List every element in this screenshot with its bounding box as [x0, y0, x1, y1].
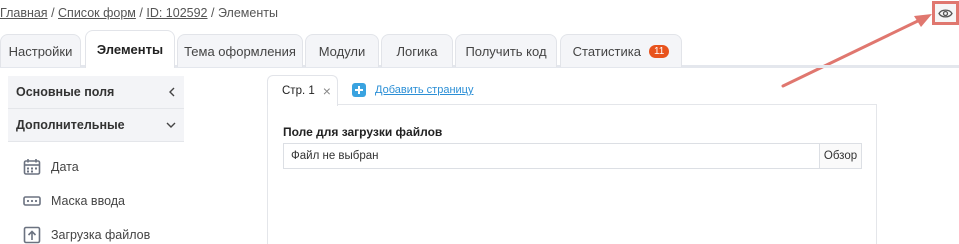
preview-button[interactable]: [932, 1, 959, 25]
chevron-left-icon: [169, 87, 175, 97]
sidebar-item-input-mask[interactable]: Маска ввода: [8, 184, 184, 218]
breadcrumb-separator: /: [51, 6, 55, 20]
statistics-badge: 11: [648, 44, 670, 58]
upload-icon: [23, 226, 41, 244]
add-page-button[interactable]: Добавить страницу: [352, 83, 473, 97]
section-additional[interactable]: Дополнительные: [8, 109, 184, 142]
file-upload-field[interactable]: Файл не выбран Обзор: [283, 143, 862, 169]
add-page-label: Добавить страницу: [375, 84, 474, 96]
tab-logic[interactable]: Логика: [381, 34, 453, 67]
breadcrumb-current: Элементы: [217, 6, 278, 20]
tab-elements[interactable]: Элементы: [85, 30, 175, 68]
page-tab-1[interactable]: Стр. 1 ×: [267, 75, 338, 106]
breadcrumb-id[interactable]: ID: 102592: [146, 6, 207, 20]
calendar-icon: [23, 158, 41, 176]
eye-icon: [938, 8, 953, 18]
sidebar-item-date[interactable]: Дата: [8, 150, 184, 184]
page-tabs: Стр. 1 × Добавить страницу: [267, 75, 877, 106]
input-mask-icon: [23, 192, 41, 210]
plus-icon: [352, 83, 366, 97]
close-icon[interactable]: ×: [323, 83, 331, 99]
tab-theme[interactable]: Тема оформления: [177, 34, 303, 67]
sidebar-item-label: Маска ввода: [51, 194, 125, 208]
file-status: Файл не выбран: [291, 150, 379, 162]
page-tab-label: Стр. 1: [282, 85, 315, 97]
breadcrumb: Главная / Список форм / ID: 102592 / Эле…: [0, 6, 278, 20]
sidebar-item-file-upload[interactable]: Загрузка файлов: [8, 218, 184, 244]
tab-settings[interactable]: Настройки: [0, 34, 81, 67]
tab-get-code[interactable]: Получить код: [455, 34, 557, 67]
breadcrumb-home[interactable]: Главная: [0, 6, 48, 20]
tab-statistics[interactable]: Статистика 11: [560, 34, 682, 67]
browse-button[interactable]: Обзор: [819, 144, 861, 168]
tab-modules[interactable]: Модули: [305, 34, 379, 67]
breadcrumb-forms[interactable]: Список форм: [58, 6, 136, 20]
sidebar-item-label: Дата: [51, 160, 79, 174]
elements-sidebar: Основные поля Дополнительные Дата Маска …: [8, 76, 184, 244]
breadcrumb-separator: /: [211, 6, 215, 20]
sidebar-item-label: Загрузка файлов: [51, 228, 151, 242]
form-canvas: Поле для загрузки файлов Файл не выбран …: [267, 105, 877, 244]
chevron-down-icon: [166, 122, 176, 128]
field-label: Поле для загрузки файлов: [283, 125, 443, 139]
section-basic-fields[interactable]: Основные поля: [8, 76, 184, 109]
main-tabs: Настройки Элементы Тема оформления Модул…: [0, 30, 959, 68]
breadcrumb-separator: /: [139, 6, 143, 20]
